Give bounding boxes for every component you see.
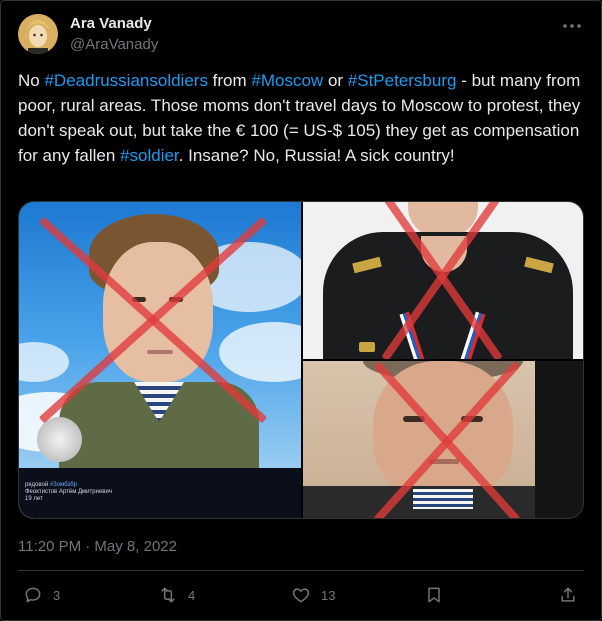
hashtag-link[interactable]: #Deadrussiansoldiers — [44, 71, 207, 90]
tweet-card: Ara Vanady @AraVanady No #Deadrussiansol… — [0, 0, 602, 621]
tweet-text-segment: No — [18, 71, 45, 90]
avatar[interactable] — [18, 14, 58, 54]
hashtag-link[interactable]: #soldier — [120, 146, 179, 165]
share-icon — [561, 587, 575, 602]
retweet-button[interactable]: 4 — [158, 583, 195, 607]
reply-button[interactable]: 3 — [23, 583, 60, 607]
red-cross-mark — [19, 202, 301, 518]
hashtag-link[interactable]: #Moscow — [251, 71, 323, 90]
photo-soldier-left[interactable]: рядовой #Зомбзбр Феоктистов Артём Дмитри… — [19, 202, 301, 518]
photo-soldier-closeup[interactable] — [303, 361, 583, 518]
divider — [18, 570, 584, 571]
bookmark-button[interactable] — [424, 583, 444, 607]
reply-count: 3 — [53, 587, 61, 603]
author-names: Ara Vanady @AraVanady — [70, 14, 158, 55]
hashtag-link[interactable]: #StPetersburg — [348, 71, 457, 90]
retweet-count: 4 — [188, 587, 196, 603]
tweet-text-segment: or — [323, 71, 348, 90]
media-grid[interactable]: рядовой #Зомбзбр Феоктистов Артём Дмитри… — [18, 201, 584, 519]
bookmark-icon — [428, 587, 440, 603]
tweet-header: Ara Vanady @AraVanady — [18, 14, 588, 56]
like-count: 13 — [321, 587, 336, 603]
heart-icon — [292, 588, 310, 603]
tweet-timestamp[interactable]: 11:20 PM · May 8, 2022 — [18, 537, 177, 557]
author-handle[interactable]: @AraVanady — [70, 35, 158, 55]
red-cross-mark — [303, 361, 583, 518]
like-button[interactable]: 13 — [291, 583, 335, 607]
red-cross-mark — [303, 202, 583, 359]
retweet-icon — [161, 587, 175, 603]
photo-soldier-uniform[interactable] — [303, 202, 583, 359]
share-button[interactable] — [558, 583, 578, 607]
tweet-text-segment: . Insane? No, Russia! A sick country! — [178, 146, 455, 165]
tweet-text: No #Deadrussiansoldiers from #Moscow or … — [18, 68, 588, 168]
tweet-text-segment: from — [207, 71, 252, 90]
avatar-portrait-icon — [18, 14, 58, 54]
action-bar: 3 4 13 — [18, 583, 584, 607]
author-display-name[interactable]: Ara Vanady — [70, 14, 158, 34]
reply-icon — [25, 587, 41, 603]
more-icon[interactable] — [560, 16, 584, 36]
